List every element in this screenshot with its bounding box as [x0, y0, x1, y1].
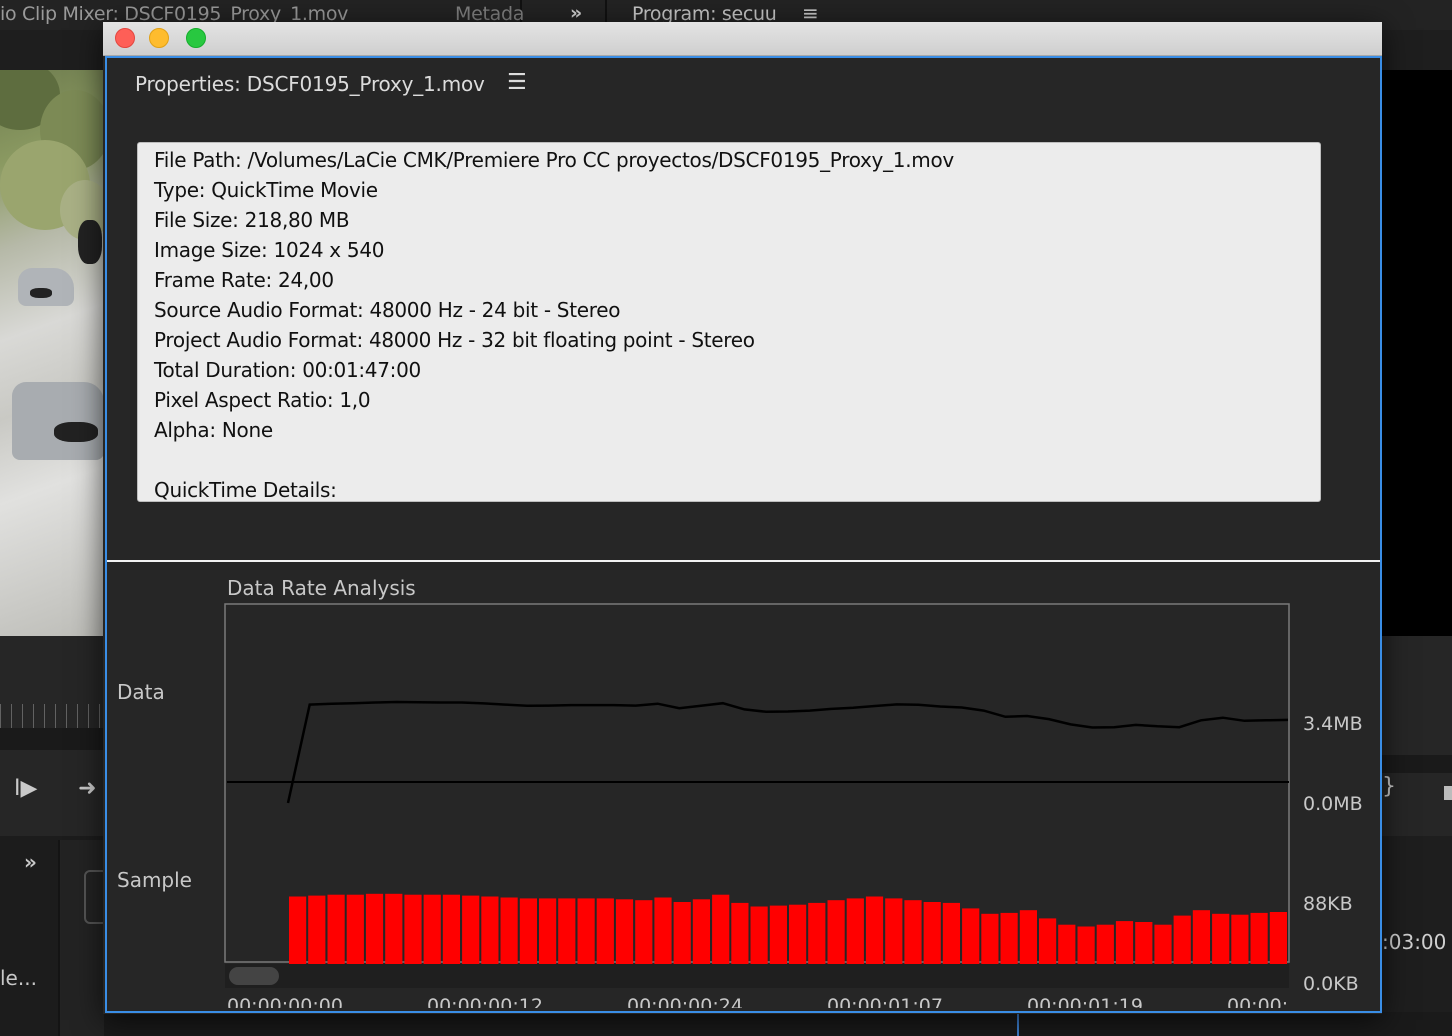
program-monitor-controls: [1380, 636, 1452, 836]
properties-text-box[interactable]: File Path: /Volumes/LaCie CMK/Premiere P…: [137, 142, 1321, 502]
properties-panel: Properties: DSCF0195_Proxy_1.mov ☰ File …: [105, 56, 1382, 1013]
properties-window: Properties: DSCF0195_Proxy_1.mov ☰ File …: [103, 22, 1382, 1014]
y-axis-tick-label: 0.0KB: [1303, 973, 1359, 995]
property-total-duration: Total Duration: 00:01:47:00: [154, 358, 421, 382]
minimize-window-button[interactable]: [149, 28, 169, 48]
overflow-chevrons-icon[interactable]: »: [24, 850, 37, 874]
y-axis-tick-label: 0.0MB: [1303, 793, 1363, 815]
property-frame-rate: Frame Rate: 24,00: [154, 268, 334, 292]
horizontal-scrollbar-track[interactable]: [225, 964, 1289, 988]
mark-out-icon[interactable]: }: [1382, 774, 1396, 799]
step-forward-icon[interactable]: I▶: [14, 776, 37, 801]
project-item-label[interactable]: le...: [0, 966, 37, 990]
overflow-chevrons-icon[interactable]: »: [570, 2, 582, 24]
property-pixel-aspect-ratio: Pixel Aspect Ratio: 1,0: [154, 388, 371, 412]
horizontal-scrollbar-thumb[interactable]: [229, 967, 279, 985]
timeline-ruler[interactable]: [104, 1012, 1452, 1036]
x-axis-tick-label: 00;00;00;00: [227, 995, 343, 1008]
timeline-timecode: :03:00: [1382, 930, 1447, 954]
program-monitor-frame: [1380, 70, 1452, 636]
square-button-icon[interactable]: [1444, 786, 1452, 800]
source-video-frame: [0, 70, 104, 636]
property-quicktime-details: QuickTime Details:: [154, 478, 337, 502]
data-rate-analysis-title: Data Rate Analysis: [227, 576, 416, 600]
property-type: Type: QuickTime Movie: [154, 178, 378, 202]
window-titlebar[interactable]: [103, 22, 1382, 56]
scroll-track[interactable]: [0, 728, 104, 750]
property-source-audio-format: Source Audio Format: 48000 Hz - 24 bit -…: [154, 298, 621, 322]
time-ruler[interactable]: [0, 704, 104, 728]
property-file-size: File Size: 218,80 MB: [154, 208, 350, 232]
y-axis-labels: 3.4MB 0.0MB 88KB 0.0KB: [1303, 713, 1363, 995]
x-axis-tick-label: 00;00;01;07: [827, 995, 943, 1008]
x-axis-tick-label: 00;00;00;12: [427, 995, 543, 1008]
playhead[interactable]: [1017, 1012, 1019, 1036]
x-axis-tick-label: 00;00;01;19: [1027, 995, 1143, 1008]
scroll-track[interactable]: [1380, 755, 1452, 773]
insert-arrow-icon[interactable]: ➜: [78, 776, 96, 801]
x-axis-labels: 00;00;00;00 00;00;00;12 00;00;00;24 00;00;0…: [227, 995, 1288, 1008]
panel-title: Properties: DSCF0195_Proxy_1.mov: [135, 72, 485, 96]
hamburger-menu-icon[interactable]: ☰: [507, 70, 527, 95]
property-project-audio-format: Project Audio Format: 48000 Hz - 32 bit …: [154, 328, 755, 352]
data-rate-chart: 3.4MB0.0MB88KB0.0KB 00;00;00;00 00;00;00;…: [224, 603, 1363, 1008]
property-alpha: Alpha: None: [154, 418, 273, 442]
property-file-path: File Path: /Volumes/LaCie CMK/Premiere P…: [154, 148, 954, 172]
x-axis-tick-label: 00;00;: [1227, 995, 1288, 1008]
y-axis-tick-label: 88KB: [1303, 893, 1353, 915]
panel-divider[interactable]: [107, 560, 1380, 562]
x-axis-tick-label: 00;00;00;24: [627, 995, 743, 1008]
zoom-window-button[interactable]: [186, 28, 206, 48]
close-window-button[interactable]: [115, 28, 135, 48]
y-axis-tick-label: 3.4MB: [1303, 713, 1363, 735]
property-blank-line: [154, 445, 1320, 475]
property-image-size: Image Size: 1024 x 540: [154, 238, 385, 262]
